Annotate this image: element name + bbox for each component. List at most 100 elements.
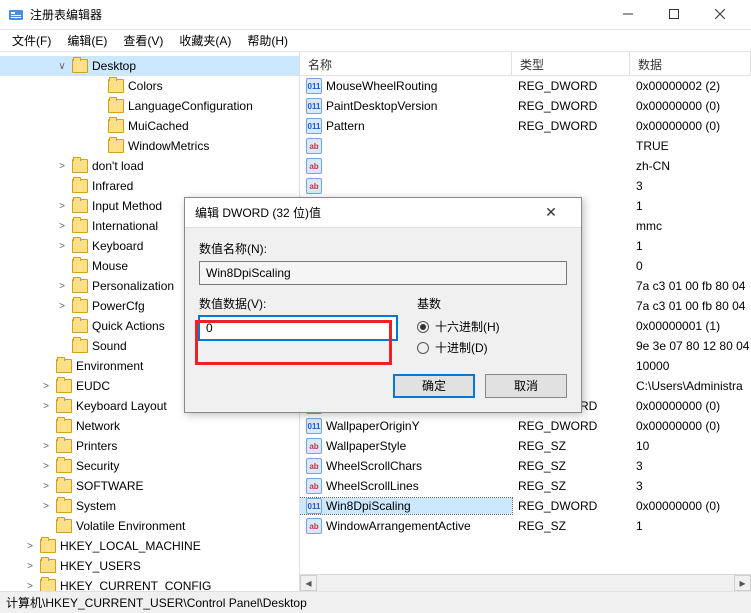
- expander-icon[interactable]: >: [56, 201, 68, 212]
- cell-name: abWindowArrangementActive: [300, 518, 512, 534]
- list-row[interactable]: abWallpaperStyleREG_SZ10: [300, 436, 751, 456]
- expander-icon[interactable]: >: [24, 541, 36, 552]
- tree-item[interactable]: Infrared: [0, 176, 299, 196]
- tree-item[interactable]: Volatile Environment: [0, 516, 299, 536]
- tree-item[interactable]: ∨Desktop: [0, 56, 299, 76]
- folder-icon: [56, 519, 72, 533]
- list-row[interactable]: abTRUE: [300, 136, 751, 156]
- value-name-input[interactable]: [199, 261, 567, 285]
- value-dword-icon: 011: [306, 118, 322, 134]
- tree-item[interactable]: >Printers: [0, 436, 299, 456]
- col-header-data[interactable]: 数据: [630, 52, 751, 75]
- expander-icon[interactable]: >: [56, 301, 68, 312]
- folder-icon: [56, 359, 72, 373]
- list-hscrollbar[interactable]: ◂ ▸: [300, 574, 751, 591]
- tree-item[interactable]: >don't load: [0, 156, 299, 176]
- folder-icon: [72, 279, 88, 293]
- dialog-close-button[interactable]: ✕: [531, 204, 571, 221]
- cancel-button[interactable]: 取消: [485, 374, 567, 398]
- expander-icon[interactable]: >: [40, 401, 52, 412]
- tree-item-label: HKEY_USERS: [60, 559, 141, 573]
- tree-item[interactable]: >SOFTWARE: [0, 476, 299, 496]
- tree-item-label: PowerCfg: [92, 299, 145, 313]
- scroll-right-icon[interactable]: ▸: [734, 575, 751, 591]
- tree-item[interactable]: >HKEY_LOCAL_MACHINE: [0, 536, 299, 556]
- base-label: 基数: [417, 295, 567, 312]
- list-row[interactable]: 011MouseWheelRoutingREG_DWORD0x00000002 …: [300, 76, 751, 96]
- tree-item[interactable]: > Security: [0, 456, 299, 476]
- menu-favorites[interactable]: 收藏夹(A): [171, 30, 239, 51]
- expander-icon[interactable]: >: [56, 221, 68, 232]
- tree-item-label: Input Method: [92, 199, 162, 213]
- cell-type: REG_SZ: [512, 439, 630, 453]
- expander-icon[interactable]: >: [24, 561, 36, 572]
- expander-icon[interactable]: >: [24, 581, 36, 592]
- list-row[interactable]: abzh-CN: [300, 156, 751, 176]
- tree-item[interactable]: > HKEY_USERS: [0, 556, 299, 576]
- cell-type: REG_DWORD: [512, 79, 630, 93]
- expander-icon[interactable]: >: [40, 381, 52, 392]
- value-name-text: WallpaperOriginY: [326, 419, 420, 433]
- tree-item-label: Security: [76, 459, 119, 473]
- value-dword-icon: 011: [306, 498, 322, 514]
- menu-edit[interactable]: 编辑(E): [59, 30, 115, 51]
- radio-dec-icon: [417, 342, 429, 354]
- tree-item[interactable]: LanguageConfiguration: [0, 96, 299, 116]
- cell-data: 0x00000000 (0): [630, 399, 751, 413]
- col-header-type[interactable]: 类型: [512, 52, 630, 75]
- cell-data: 0x00000000 (0): [630, 499, 751, 513]
- tree-item[interactable]: Colors: [0, 76, 299, 96]
- value-dword-icon: 011: [306, 98, 322, 114]
- expander-icon[interactable]: ∨: [56, 61, 68, 72]
- list-row[interactable]: abWheelScrollLinesREG_SZ3: [300, 476, 751, 496]
- expander-icon[interactable]: >: [40, 501, 52, 512]
- value-dword-icon: 011: [306, 78, 322, 94]
- value-data-input[interactable]: [199, 316, 397, 340]
- col-header-name[interactable]: 名称: [300, 52, 512, 75]
- tree-item[interactable]: WindowMetrics: [0, 136, 299, 156]
- close-button[interactable]: [697, 0, 743, 29]
- tree-item[interactable]: > HKEY_CURRENT_CONFIG: [0, 576, 299, 591]
- expander-icon[interactable]: >: [40, 481, 52, 492]
- value-str-icon: ab: [306, 438, 322, 454]
- expander-icon[interactable]: >: [56, 241, 68, 252]
- expander-icon[interactable]: >: [56, 161, 68, 172]
- radio-hex-label: 十六进制(H): [435, 318, 500, 335]
- edit-dword-dialog: 编辑 DWORD (32 位)值 ✕ 数值名称(N): 数值数据(V): 基数 …: [184, 197, 582, 413]
- menu-help[interactable]: 帮助(H): [239, 30, 296, 51]
- list-row[interactable]: 011WallpaperOriginYREG_DWORD0x00000000 (…: [300, 416, 751, 436]
- menu-file[interactable]: 文件(F): [4, 30, 59, 51]
- scroll-left-icon[interactable]: ◂: [300, 575, 317, 591]
- ok-button[interactable]: 确定: [393, 374, 475, 398]
- list-row[interactable]: 011Win8DpiScalingREG_DWORD0x00000000 (0): [300, 496, 751, 516]
- value-name-text: Pattern: [326, 119, 365, 133]
- radio-hex[interactable]: 十六进制(H): [417, 318, 567, 335]
- dialog-titlebar[interactable]: 编辑 DWORD (32 位)值 ✕: [185, 198, 581, 228]
- tree-item-label: Infrared: [92, 179, 133, 193]
- tree-item-label: HKEY_CURRENT_CONFIG: [60, 579, 211, 591]
- tree-item[interactable]: >System: [0, 496, 299, 516]
- list-row[interactable]: 011PatternREG_DWORD0x00000000 (0): [300, 116, 751, 136]
- list-row[interactable]: abWheelScrollCharsREG_SZ3: [300, 456, 751, 476]
- tree-item-label: Quick Actions: [92, 319, 165, 333]
- maximize-button[interactable]: [651, 0, 697, 29]
- expander-icon[interactable]: >: [56, 281, 68, 292]
- scroll-track[interactable]: [317, 575, 734, 591]
- radio-dec[interactable]: 十进制(D): [417, 339, 567, 356]
- value-name-text: WallpaperStyle: [326, 439, 406, 453]
- list-row[interactable]: ab3: [300, 176, 751, 196]
- list-row[interactable]: abWindowArrangementActiveREG_SZ1: [300, 516, 751, 536]
- list-row[interactable]: 011PaintDesktopVersionREG_DWORD0x0000000…: [300, 96, 751, 116]
- expander-icon[interactable]: >: [40, 441, 52, 452]
- menu-view[interactable]: 查看(V): [115, 30, 171, 51]
- minimize-button[interactable]: [605, 0, 651, 29]
- cell-data: 0: [630, 259, 751, 273]
- folder-icon: [108, 119, 124, 133]
- tree-item[interactable]: MuiCached: [0, 116, 299, 136]
- expander-icon[interactable]: >: [40, 461, 52, 472]
- tree-item[interactable]: Network: [0, 416, 299, 436]
- tree-item-label: Mouse: [92, 259, 128, 273]
- tree-item-label: Volatile Environment: [76, 519, 185, 533]
- cell-name: abWheelScrollChars: [300, 458, 512, 474]
- cell-data: 1: [630, 199, 751, 213]
